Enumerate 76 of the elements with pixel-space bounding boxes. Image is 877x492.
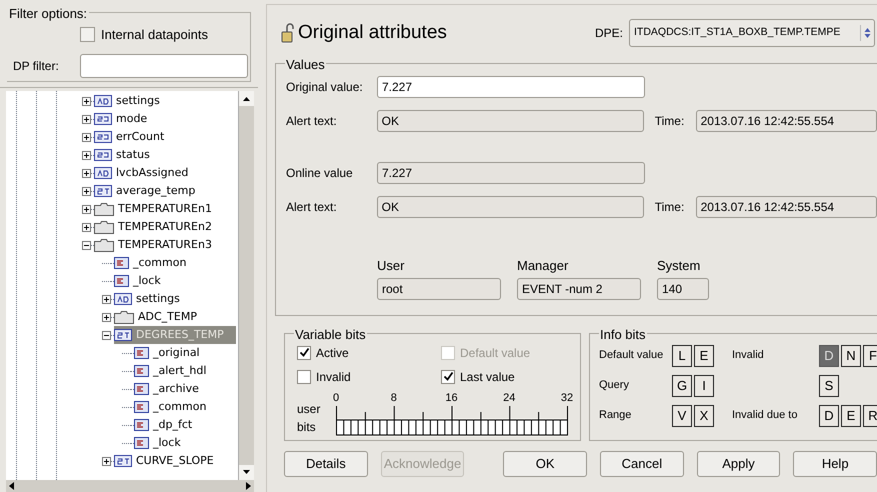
field-label: DPE: [594, 25, 623, 42]
tree-item[interactable]: settings [94, 92, 172, 110]
tree-item[interactable]: ADC_TEMP [114, 308, 209, 326]
text-field[interactable]: 2013.07.16 12:42:55.554 [696, 196, 877, 218]
tree-item[interactable]: _lock [114, 272, 173, 290]
bit-label: Default value [599, 348, 664, 364]
field-label: User [377, 256, 406, 274]
text-field[interactable]: OK [376, 110, 644, 132]
tree-item[interactable]: TEMPERATUREn2 [94, 218, 224, 236]
field-label: System [657, 256, 702, 275]
checkbox-label: Internal datapoints [101, 26, 208, 44]
field-label: Manager [517, 256, 570, 275]
field-label: Original value: [286, 78, 364, 96]
tick-label: 8 [390, 390, 397, 406]
tree-item[interactable]: _lock [134, 434, 193, 452]
info-bit[interactable]: G [672, 374, 692, 396]
bit-label: Invalid [732, 349, 764, 362]
info-bit[interactable]: S [819, 374, 839, 396]
tree-item[interactable]: _archive [134, 380, 211, 398]
info-bit[interactable]: E [694, 344, 714, 366]
tree-item[interactable]: _dp_fct [134, 416, 204, 434]
info-bit[interactable]: E [841, 404, 861, 426]
tick-label: 16 [445, 390, 458, 406]
user-bits-label: user bits [297, 400, 322, 436]
field-label: Alert text: [286, 112, 338, 130]
info-bit[interactable]: V [672, 404, 692, 426]
tick-label: 24 [503, 390, 516, 406]
text-field[interactable]: 7.227 [377, 162, 645, 184]
tree-item[interactable]: status [94, 146, 162, 164]
bit-label: Range [599, 408, 632, 424]
tree-item[interactable]: TEMPERATUREn1 [94, 200, 224, 218]
tick-label: 0 [332, 390, 340, 406]
field-label: Time: [654, 198, 686, 216]
tree-item[interactable]: settings [114, 290, 192, 308]
field-label: DP filter: [13, 58, 60, 74]
info-bit[interactable]: D [819, 344, 839, 366]
text-field[interactable]: EVENT -num 2 [517, 278, 641, 300]
checkbox-label: Active [316, 344, 349, 362]
info-bit[interactable]: D [819, 404, 839, 426]
info-bit[interactable]: F [863, 344, 877, 366]
bit-label: Invalid due to [732, 409, 798, 422]
dialog-button[interactable]: Help [793, 450, 877, 476]
tree-item[interactable]: average_temp [94, 182, 208, 200]
tick-label: 32 [560, 390, 574, 406]
tree-item[interactable]: _common [114, 254, 198, 272]
bit-label: Query [599, 378, 630, 394]
tree-item[interactable]: mode [94, 110, 160, 128]
dialog-title: Original attributes [298, 21, 447, 45]
info-bit[interactable]: I [694, 374, 714, 396]
text-field[interactable]: root [377, 278, 501, 300]
text-field[interactable]: 140 [657, 278, 709, 300]
tree-item[interactable]: TEMPERATUREn3 [94, 236, 224, 254]
text-field[interactable]: 7.227 [377, 76, 645, 98]
text-field[interactable]: OK [376, 196, 644, 218]
field-label: Time: [654, 112, 686, 130]
checkbox-label: Default value [460, 344, 530, 362]
info-bit[interactable]: R [863, 404, 877, 426]
dialog-button[interactable]: Cancel [600, 450, 684, 476]
info-bit[interactable]: L [672, 344, 692, 366]
dialog-button[interactable]: Apply [696, 450, 780, 476]
checkbox-label: Invalid [316, 368, 351, 386]
dialog-button[interactable]: Details [284, 450, 368, 476]
checkbox-label: Last value [460, 368, 515, 386]
dpe-dropdown[interactable]: ITDAQDCS:IT_ST1A_BOXB_TEMP.TEMPE [629, 19, 875, 48]
tree-item[interactable]: _alert_hdl [134, 362, 218, 380]
field-label: Online value [286, 164, 354, 182]
tree-item[interactable]: _original [134, 344, 212, 362]
info-bit[interactable]: N [841, 344, 861, 366]
field-label: Alert text: [286, 198, 338, 216]
dialog-button[interactable]: OK [503, 450, 588, 476]
tree-item[interactable]: lvcbAssigned [94, 164, 200, 182]
tree-item[interactable]: CURVE_SLOPE [114, 452, 226, 470]
info-bit[interactable]: X [694, 404, 714, 426]
tree-item[interactable]: _common [134, 398, 218, 416]
tree-item[interactable]: errCount [94, 128, 176, 146]
text-field[interactable]: 2013.07.16 12:42:55.554 [696, 110, 877, 132]
